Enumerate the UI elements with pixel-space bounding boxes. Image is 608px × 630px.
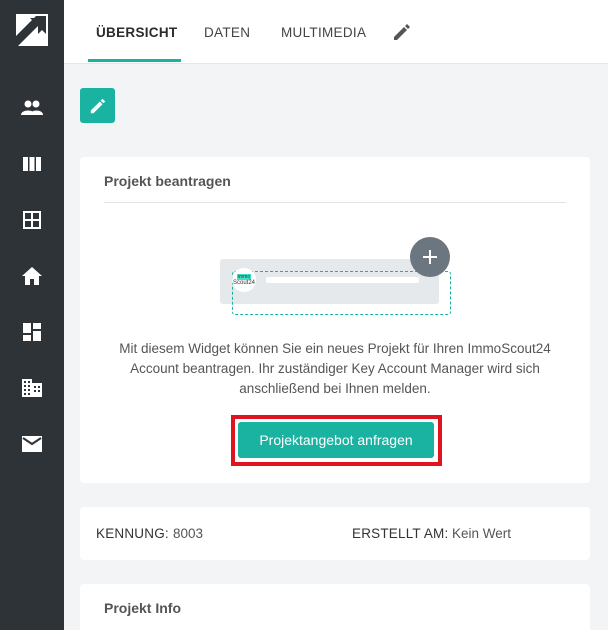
edit-button[interactable] [80,88,115,123]
project-request-card: Projekt beantragen immo Scout24 Mit dies… [80,157,590,483]
widget-description: Mit diesem Widget können Sie ein neues P… [119,341,551,396]
plus-icon [410,237,450,277]
columns-icon[interactable] [20,152,44,176]
tab-daten[interactable]: DATEN [204,0,250,64]
active-tab-indicator [88,59,181,62]
grid-icon[interactable] [20,208,44,232]
card-title: Projekt beantragen [104,173,231,189]
divider [104,202,566,203]
project-meta-card: KENNUNG: 8003 ERSTELLT AM: Kein Wert [80,507,590,560]
pencil-icon [90,98,105,113]
app-logo-icon[interactable] [16,14,48,46]
kennung-value: 8003 [173,526,204,541]
immoscout-logo: immo Scout24 [232,268,256,292]
card-title: Projekt Info [104,600,182,616]
widget-illustration: immo Scout24 [220,237,460,319]
tab-bar: ÜBERSICHT DATEN MULTIMEDIA [64,0,608,64]
kennung-label: KENNUNG: [96,526,169,541]
mail-icon[interactable] [20,432,44,456]
tab-multimedia[interactable]: MULTIMEDIA [281,0,366,64]
project-info-card: Projekt Info [80,584,590,630]
edit-tabs-pencil-icon[interactable] [390,20,414,44]
people-icon[interactable] [20,96,44,120]
dashboard-icon[interactable] [20,320,44,344]
illustration-bar [266,277,419,283]
logo-line2: Scout24 [232,280,256,286]
tab-uebersicht[interactable]: ÜBERSICHT [96,0,177,64]
home-icon[interactable] [20,264,44,288]
sidebar [0,0,64,630]
erstellt-value: Kein Wert [452,526,512,541]
building-icon[interactable] [20,376,44,400]
request-project-offer-button[interactable]: Projektangebot anfragen [238,422,434,458]
erstellt-label: ERSTELLT AM: [352,526,449,541]
